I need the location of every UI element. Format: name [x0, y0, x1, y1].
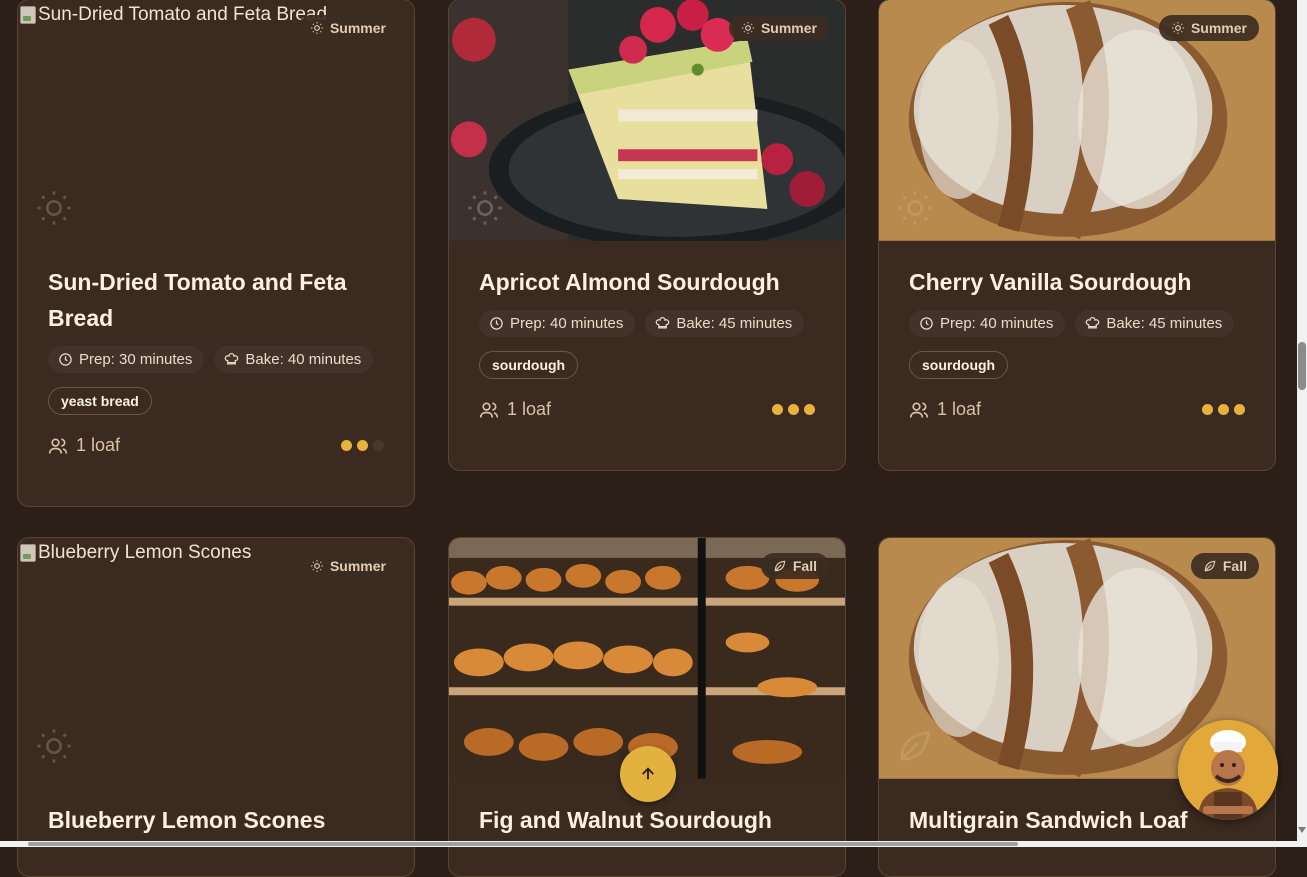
users-icon: [909, 402, 929, 418]
sun-icon: [311, 22, 323, 34]
season-badge: Summer: [297, 15, 398, 41]
difficulty-dot: [373, 440, 384, 451]
recipe-title[interactable]: Cherry Vanilla Sourdough: [909, 264, 1245, 300]
arrow-up-icon: [642, 767, 654, 780]
recipe-image: Blueberry Lemon Scones Summer: [18, 538, 414, 780]
vertical-scrollbar-thumb[interactable]: [1298, 342, 1306, 390]
chef-hat-icon: [656, 316, 670, 329]
difficulty-dot: [1218, 404, 1229, 415]
sun-watermark-icon: [468, 191, 502, 225]
yield-info: 1 loaf: [909, 399, 981, 420]
scroll-to-top-button[interactable]: [620, 746, 676, 802]
season-badge: Summer: [297, 553, 398, 579]
yield-label: 1 loaf: [76, 435, 121, 455]
recipe-image: Summer: [879, 0, 1275, 242]
recipe-card[interactable]: Fall Multigrain Sandwich Loaf: [878, 537, 1276, 877]
sun-icon: [1172, 22, 1184, 34]
bake-time-chip: Bake: 45 minutes: [645, 310, 805, 337]
difficulty-dot: [1234, 404, 1245, 415]
recipe-card[interactable]: Sun-Dried Tomato and Feta Bread Summer S…: [17, 0, 415, 507]
difficulty-indicator: [341, 440, 384, 451]
difficulty-dot: [788, 404, 799, 415]
season-badge: Fall: [760, 553, 829, 579]
broken-image-icon: [20, 6, 36, 24]
broken-image-icon: [20, 544, 36, 562]
chef-avatar: [1178, 720, 1278, 820]
difficulty-indicator: [1202, 404, 1245, 415]
difficulty-dot: [1202, 404, 1213, 415]
sun-icon: [311, 560, 323, 572]
season-label: Fall: [1222, 558, 1247, 574]
recipe-image: Sun-Dried Tomato and Feta Bread Summer: [18, 0, 414, 242]
difficulty-dot: [772, 404, 783, 415]
recipe-card[interactable]: Fall Fig and Walnut Sourdough: [448, 537, 846, 877]
season-label: Summer: [329, 20, 386, 36]
image-alt-text: Blueberry Lemon Scones: [38, 542, 252, 563]
recipe-title[interactable]: Blueberry Lemon Scones: [48, 802, 384, 838]
users-icon: [48, 438, 68, 454]
bake-time-chip: Bake: 40 minutes: [214, 346, 374, 373]
category-tag[interactable]: sourdough: [909, 351, 1009, 379]
chef-hat-icon: [225, 352, 239, 365]
prep-time-label: Prep: 30 minutes: [79, 351, 193, 368]
prep-time-chip: Prep: 40 minutes: [479, 310, 636, 337]
difficulty-dot: [357, 440, 368, 451]
category-tag[interactable]: sourdough: [479, 351, 579, 379]
leaf-icon: [774, 560, 786, 572]
sun-watermark-icon: [37, 191, 71, 225]
season-label: Summer: [1190, 20, 1247, 36]
yield-info: 1 loaf: [479, 399, 551, 420]
season-badge: Summer: [728, 15, 829, 41]
broken-image-alt: Blueberry Lemon Scones: [20, 542, 251, 564]
chef-hat-icon: [1086, 316, 1100, 329]
sun-watermark-icon: [37, 729, 71, 763]
difficulty-dot: [341, 440, 352, 451]
recipe-card[interactable]: Summer Apricot Almond Sourdough Prep: 40…: [448, 0, 846, 471]
vertical-scrollbar[interactable]: [1297, 0, 1307, 847]
prep-time-label: Prep: 40 minutes: [940, 315, 1054, 332]
bake-time-label: Bake: 45 minutes: [1106, 315, 1223, 332]
season-label: Summer: [329, 558, 386, 574]
recipe-image: Summer: [449, 0, 845, 242]
recipe-title[interactable]: Sun-Dried Tomato and Feta Bread: [48, 264, 384, 336]
broken-image-alt: Sun-Dried Tomato and Feta Bread: [20, 4, 327, 26]
sun-watermark-icon: [898, 191, 932, 225]
category-tag[interactable]: yeast bread: [48, 387, 152, 415]
prep-time-label: Prep: 40 minutes: [510, 315, 624, 332]
season-label: Fall: [792, 558, 817, 574]
chef-assistant-button[interactable]: [1178, 720, 1278, 820]
prep-time-chip: Prep: 30 minutes: [48, 346, 205, 373]
leaf-watermark-icon: [900, 731, 930, 761]
recipe-card[interactable]: Summer Cherry Vanilla Sourdough Prep: 40…: [878, 0, 1276, 471]
clock-icon: [59, 353, 72, 366]
season-badge: Fall: [1190, 553, 1259, 579]
yield-label: 1 loaf: [507, 399, 552, 419]
leaf-icon: [1204, 560, 1216, 572]
difficulty-indicator: [772, 404, 815, 415]
bake-time-label: Bake: 40 minutes: [245, 351, 362, 368]
sun-icon: [742, 22, 754, 34]
bake-time-label: Bake: 45 minutes: [676, 315, 793, 332]
prep-time-chip: Prep: 40 minutes: [909, 310, 1066, 337]
horizontal-scrollbar-thumb[interactable]: [28, 842, 1018, 846]
yield-label: 1 loaf: [937, 399, 982, 419]
recipe-image: Fall: [449, 538, 845, 780]
bake-time-chip: Bake: 45 minutes: [1075, 310, 1235, 337]
clock-icon: [490, 317, 503, 330]
difficulty-dot: [804, 404, 815, 415]
yield-info: 1 loaf: [48, 435, 120, 456]
recipe-title[interactable]: Fig and Walnut Sourdough: [479, 802, 815, 838]
clock-icon: [920, 317, 933, 330]
users-icon: [479, 402, 499, 418]
season-label: Summer: [760, 20, 817, 36]
season-badge: Summer: [1158, 15, 1259, 41]
recipe-title[interactable]: Apricot Almond Sourdough: [479, 264, 815, 300]
scroll-down-arrow-icon[interactable]: [1298, 827, 1306, 833]
image-alt-text: Sun-Dried Tomato and Feta Bread: [38, 4, 328, 25]
recipe-card[interactable]: Blueberry Lemon Scones Summer Blueberry …: [17, 537, 415, 877]
